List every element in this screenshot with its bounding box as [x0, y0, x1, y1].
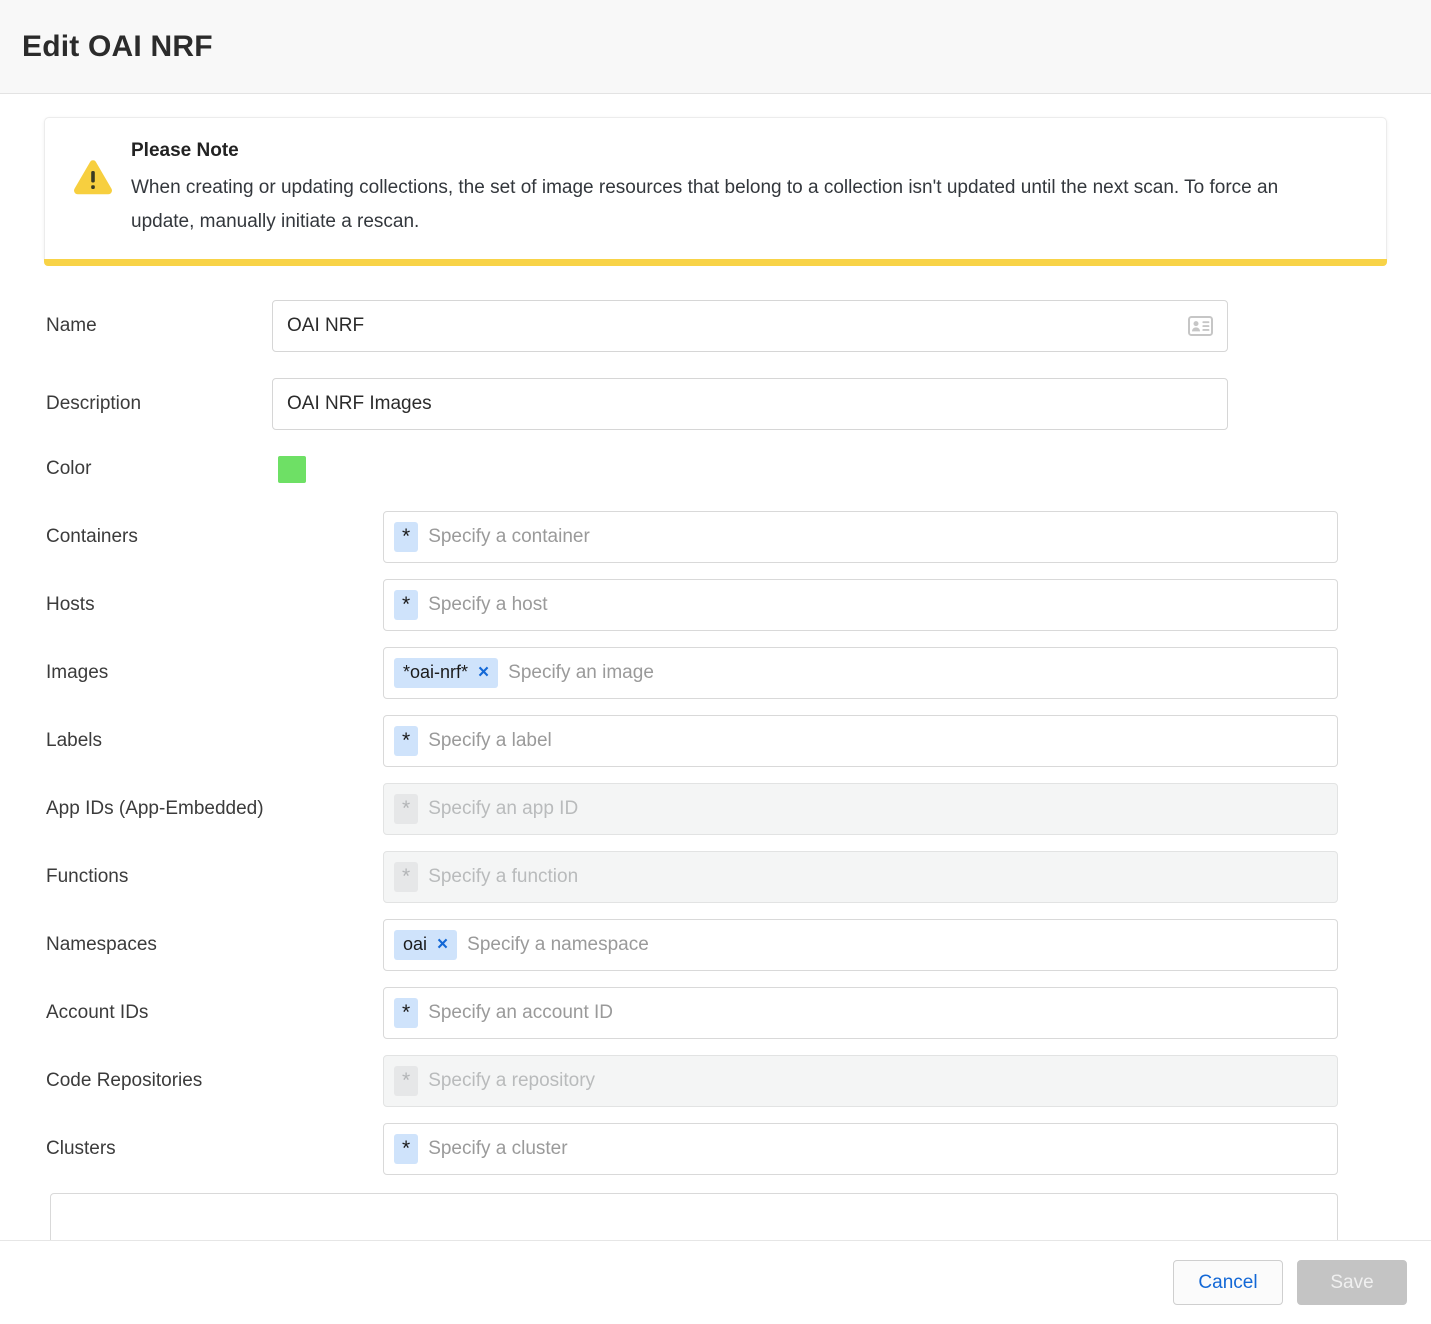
color-swatch[interactable]: [278, 455, 306, 483]
warning-triangle-icon: [69, 140, 117, 195]
field-placeholder: Specify an app ID: [428, 797, 579, 819]
chip-label: *: [402, 593, 411, 617]
wildcard-chip: *: [394, 997, 419, 1028]
field-placeholder: Specify a label: [428, 729, 552, 751]
field-label: Namespaces: [46, 933, 157, 955]
chip-label: *: [402, 797, 411, 821]
field-token-input[interactable]: * Specify a cluster: [383, 1122, 1338, 1175]
field-label: Images: [46, 661, 109, 683]
field-label: Code Repositories: [46, 1069, 203, 1091]
chip-remove-icon[interactable]: ×: [437, 934, 448, 956]
form-row-clusters: Clusters * Specify a cluster: [44, 1122, 1387, 1175]
footer-actions: Cancel Save: [0, 1240, 1431, 1324]
field-token-input[interactable]: * Specify a label: [383, 714, 1338, 767]
chip-label: *: [402, 1069, 411, 1093]
form-row-description: Description OAI NRF Images: [44, 377, 1387, 430]
field-token-input: * Specify an app ID: [383, 782, 1338, 835]
notice-text-block: Please Note When creating or updating co…: [117, 140, 1362, 239]
description-value: OAI NRF Images: [287, 392, 432, 414]
collection-form: Name OAI NRF Description OAI NRF Images …: [44, 299, 1387, 1251]
field-token-input: * Specify a repository: [383, 1054, 1338, 1107]
wildcard-chip: *: [394, 725, 419, 756]
notice-title: Please Note: [131, 140, 239, 161]
field-placeholder: Specify an image: [508, 661, 654, 683]
form-row-functions: Functions * Specify a function: [44, 850, 1387, 903]
form-row-color: Color: [44, 455, 1387, 483]
save-button[interactable]: Save: [1297, 1260, 1407, 1305]
name-value: OAI NRF: [287, 314, 365, 336]
field-token-input: * Specify a function: [383, 850, 1338, 903]
wildcard-chip: *: [394, 521, 419, 552]
page-header: Edit OAI NRF: [0, 0, 1431, 94]
wildcard-chip: *: [394, 861, 419, 892]
form-row-containers: Containers * Specify a container: [44, 510, 1387, 563]
form-row-name: Name OAI NRF: [44, 299, 1387, 352]
field-label: Hosts: [46, 593, 95, 615]
field-label: Account IDs: [46, 1001, 149, 1023]
color-label: Color: [46, 458, 92, 480]
form-row-code-repositories: Code Repositories * Specify a repository: [44, 1054, 1387, 1107]
chip-label: *: [402, 525, 411, 549]
field-placeholder: Specify an account ID: [428, 1001, 614, 1023]
field-label: Functions: [46, 865, 129, 887]
chip-label: *: [402, 1137, 411, 1161]
wildcard-chip: *: [394, 793, 419, 824]
field-placeholder: Specify a namespace: [467, 933, 649, 955]
chip-remove-icon[interactable]: ×: [478, 662, 489, 684]
chip-label: *: [402, 865, 411, 889]
field-token-input[interactable]: * Specify an account ID: [383, 986, 1338, 1039]
field-label: Containers: [46, 525, 138, 547]
description-input[interactable]: OAI NRF Images: [272, 377, 1228, 430]
value-chip: *oai-nrf* ×: [394, 657, 499, 688]
notice-banner: Please Note When creating or updating co…: [44, 117, 1387, 259]
description-label: Description: [46, 392, 142, 414]
field-placeholder: Specify a repository: [428, 1069, 596, 1091]
contact-card-icon[interactable]: [1188, 315, 1213, 336]
wildcard-chip: *: [394, 1065, 419, 1096]
page-content: Please Note When creating or updating co…: [0, 117, 1431, 1251]
value-chip: oai ×: [394, 929, 458, 960]
name-label: Name: [46, 314, 97, 336]
notice-accent-bar: [44, 258, 1387, 266]
form-row-account-ids: Account IDs * Specify an account ID: [44, 986, 1387, 1039]
chip-label: *: [402, 729, 411, 753]
page-title: Edit OAI NRF: [22, 29, 213, 63]
field-token-input[interactable]: * Specify a container: [383, 510, 1338, 563]
form-row-namespaces: Namespaces oai × Specify a namespace: [44, 918, 1387, 971]
field-token-input[interactable]: * Specify a host: [383, 578, 1338, 631]
field-placeholder: Specify a container: [428, 525, 590, 547]
field-label: Clusters: [46, 1137, 116, 1159]
form-row-hosts: Hosts * Specify a host: [44, 578, 1387, 631]
form-row-app-ids-app-embedded: App IDs (App-Embedded) * Specify an app ID: [44, 782, 1387, 835]
field-label: App IDs (App-Embedded): [46, 797, 264, 819]
wildcard-chip: *: [394, 1133, 419, 1164]
field-token-input[interactable]: *oai-nrf* × Specify an image: [383, 646, 1338, 699]
wildcard-chip: *: [394, 589, 419, 620]
field-token-input[interactable]: oai × Specify a namespace: [383, 918, 1338, 971]
form-row-labels: Labels * Specify a label: [44, 714, 1387, 767]
chip-label: oai: [403, 934, 428, 955]
notice-body: When creating or updating collections, t…: [131, 177, 1279, 232]
cancel-button[interactable]: Cancel: [1173, 1260, 1283, 1305]
name-input[interactable]: OAI NRF: [272, 299, 1228, 352]
chip-label: *: [402, 1001, 411, 1025]
form-row-images: Images *oai-nrf* × Specify an image: [44, 646, 1387, 699]
chip-label: *oai-nrf*: [403, 662, 469, 683]
field-placeholder: Specify a host: [428, 593, 548, 615]
token-field-list: Containers * Specify a container Hosts * Spec…: [44, 510, 1387, 1175]
field-label: Labels: [46, 729, 102, 751]
field-placeholder: Specify a cluster: [428, 1137, 568, 1159]
field-placeholder: Specify a function: [428, 865, 579, 887]
